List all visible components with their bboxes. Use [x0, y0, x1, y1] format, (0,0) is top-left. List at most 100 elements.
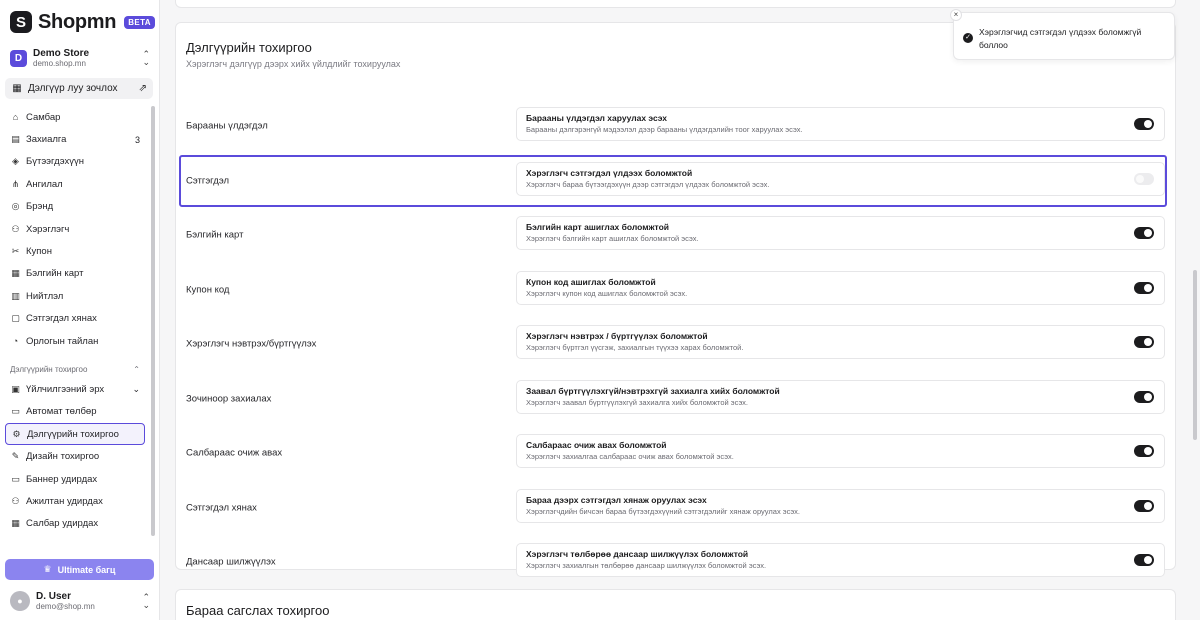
toggle-switch[interactable]: [1134, 499, 1154, 512]
orders-icon: ▤: [11, 134, 20, 145]
sidebar-item[interactable]: ⚇ Ажилтан удирдах: [0, 490, 150, 512]
option-title: Бараа дээрх сэтгэгдэл хянаж оруулах эсэх: [526, 494, 707, 505]
sidebar-item[interactable]: ⌂ Самбар: [0, 106, 150, 128]
setting-label: Бэлгийн карт: [186, 229, 244, 241]
sidebar-item-label: Автомат төлбөр: [26, 406, 97, 418]
option-title: Хэрэглэгч нэвтрэх / бүртгүүлэх боломжтой: [526, 331, 708, 341]
settings-row: Бэлгийн карт Бэлгийн карт ашиглах боломжт…: [176, 208, 1177, 263]
option-description: Хэрэглэгч бэлгийн карт ашиглах боломжтой…: [526, 234, 699, 243]
toast-notification: × ✓ Хэрэглэгчид сэтгэгдэл үлдээх боломжг…: [950, 9, 1175, 60]
sidebar-item[interactable]: ⚇ Хэрэглэгч: [0, 218, 150, 240]
sidebar-item[interactable]: ✎ Дизайн тохиргоо: [0, 445, 150, 467]
sidebar-item-label: Дизайн тохиргоо: [26, 451, 100, 463]
close-icon[interactable]: ×: [950, 9, 962, 21]
store-switcher[interactable]: D Demo Store demo.shop.mn ⌃ ⌄: [10, 47, 150, 69]
sidebar-item[interactable]: ⚙ Дэлгүүрийн тохиргоо: [5, 423, 145, 446]
brand-icon: ◎: [11, 201, 20, 212]
setting-option: Купон код ашиглах боломжтой Хэрэглэгч куп…: [516, 270, 1165, 305]
store-icon: ▦: [12, 83, 22, 94]
toggle-switch[interactable]: [1134, 445, 1154, 457]
sidebar-item[interactable]: ▢ Сэтгэгдэл хянах: [0, 308, 150, 330]
visit-store-label: Дэлгүүр луу зочлох: [28, 83, 118, 94]
nav-section-header[interactable]: Дэлгүүрийн тохиргоо ⌃: [0, 352, 150, 378]
toggle-knob: [1136, 174, 1144, 183]
main-scrollbar[interactable]: [1193, 270, 1197, 440]
banner-icon: ▭: [11, 473, 20, 484]
sidebar-nav: ⌂ Самбар ▤ Захиалга 3 ◈ Бүтээгдэхүүн ⋔ Ангилал ◎ Б…: [0, 106, 150, 535]
sidebar-item-label: Орлогын тайлан: [26, 335, 99, 347]
setting-option: Салбараас очиж авах боломжтой Хэрэглэгч з…: [516, 434, 1165, 468]
setting-label: Хэрэглэгч нэвтрэх/бүртгүүлэх: [186, 338, 317, 350]
upgrade-button[interactable]: ♛ Ultimate багц: [5, 559, 154, 580]
sidebar-item-label: Бүтээгдэхүүн: [26, 156, 84, 168]
option-description: Хэрэглэгч захиалгаа салбараас очиж авах …: [526, 452, 734, 461]
sidebar-item-label: Самбар: [26, 111, 61, 123]
toggle-knob: [1144, 338, 1152, 346]
sidebar-item[interactable]: ◔ Орлогын тайлан: [0, 330, 150, 352]
sidebar-item[interactable]: ▦ Бэлгийн карт: [0, 263, 150, 285]
gift-icon: ▦: [11, 268, 20, 279]
sidebar-item[interactable]: ▥ Нийтлэл: [0, 285, 150, 307]
toggle-knob: [1144, 120, 1152, 128]
section-title: Дэлгүүрийн тохиргоо: [186, 40, 312, 55]
nav-section-label: Дэлгүүрийн тохиргоо: [10, 365, 88, 375]
sidebar-item[interactable]: ▤ Захиалга 3: [0, 128, 150, 150]
user-menu[interactable]: ● D. User demo@shop.mn ⌃ ⌄: [10, 590, 150, 612]
sidebar-item[interactable]: ▭ Автомат төлбөр: [0, 401, 150, 423]
option-description: Барааны дэлгэрэнгүй мэдээлэл дээр бараан…: [526, 125, 803, 134]
sidebar-item-label: Бэлгийн карт: [26, 268, 84, 280]
setting-label: Зочиноор захиалах: [186, 393, 272, 405]
avatar: ●: [10, 591, 30, 611]
option-description: Хэрэглэгч купон код ашиглах боломжтой эс…: [526, 288, 688, 298]
option-title: Купон код ашиглах боломжтой: [526, 276, 656, 287]
toggle-switch[interactable]: [1134, 281, 1154, 294]
sidebar-item[interactable]: ◎ Брэнд: [0, 196, 150, 218]
option-title: Барааны үлдэгдэл харуулах эсэх: [526, 113, 668, 123]
settings-row: Сэтгэгдэл хянах Бараа дээрх сэтгэгдэл хян…: [176, 481, 1177, 536]
brand-logo[interactable]: S Shopmn BETA: [10, 10, 155, 34]
sidebar-scroll-thumb[interactable]: [151, 106, 155, 536]
chevron-down-icon: ⌄: [132, 383, 140, 394]
section-subtitle: Хэрэглэгч дэлгүүр дээрх хийх үйлдлийг то…: [186, 59, 401, 69]
sidebar-item-label: Ажилтан удирдах: [26, 495, 103, 507]
cart-settings-card: Бараа сагслах тохиргоо: [175, 589, 1176, 620]
toggle-switch[interactable]: [1134, 554, 1154, 566]
count-badge: 3: [134, 134, 140, 145]
brush-icon: ✎: [11, 451, 20, 462]
visit-store-button[interactable]: ▦ Дэлгүүр луу зочлох ⇗: [5, 78, 153, 99]
sidebar: S Shopmn BETA D Demo Store demo.shop.mn …: [0, 0, 160, 620]
sidebar-item[interactable]: ◈ Бүтээгдэхүүн: [0, 151, 150, 173]
settings-row: Купон код Купон код ашиглах боломжтой Хэрэ…: [176, 263, 1177, 318]
sidebar-item[interactable]: ▦ Салбар удирдах: [0, 513, 150, 535]
brand-name: Shopmn: [38, 10, 117, 33]
toggle-switch[interactable]: [1134, 227, 1154, 239]
branch-icon: ▦: [11, 518, 20, 529]
settings-icon: ⚙: [12, 428, 21, 439]
users-icon: ⚇: [11, 223, 20, 234]
sidebar-item[interactable]: ⋔ Ангилал: [0, 173, 150, 195]
upgrade-label: Ultimate багц: [57, 564, 116, 575]
sidebar-item[interactable]: ✂ Купон: [0, 240, 150, 262]
setting-option: Барааны үлдэгдэл харуулах эсэх Барааны дэ…: [516, 107, 1165, 141]
sidebar-item-label: Сэтгэгдэл хянах: [26, 313, 97, 325]
toggle-switch[interactable]: [1134, 118, 1154, 130]
settings-row: Салбараас очиж авах Салбараас очиж авах б…: [176, 426, 1177, 481]
sidebar-item[interactable]: ▭ Баннер удирдах: [0, 468, 150, 490]
sidebar-item-label: Салбар удирдах: [26, 518, 99, 530]
toggle-knob: [1144, 556, 1152, 564]
toast-message: Хэрэглэгчид сэтгэгдэл үлдээх боломжгүй б…: [979, 27, 1142, 50]
toggle-switch[interactable]: [1134, 336, 1154, 348]
settings-row: Дансаар шилжүүлэх Хэрэглэгч төлбөрөө данс…: [176, 535, 1177, 590]
toggle-switch[interactable]: [1134, 390, 1154, 403]
option-title: Заавал бүртгүүлэхгүй/нэвтрэхгүй захиалга…: [526, 385, 780, 396]
sidebar-item-label: Захиалга: [26, 134, 67, 146]
sidebar-item-label: Хэрэглэгч: [26, 223, 70, 235]
sidebar-item[interactable]: ▣ Үйлчилгээний эрх ⌄: [0, 378, 150, 400]
coupon-icon: ✂: [11, 246, 20, 257]
option-title: Салбараас очиж авах боломжтой: [526, 440, 667, 450]
toggle-switch[interactable]: [1134, 172, 1154, 185]
sidebar-scrollbar[interactable]: [150, 106, 156, 556]
setting-label: Сэтгэгдэл: [186, 175, 230, 187]
toggle-knob: [1144, 447, 1152, 455]
settings-row: Барааны үлдэгдэл Барааны үлдэгдэл харуула…: [176, 99, 1177, 154]
